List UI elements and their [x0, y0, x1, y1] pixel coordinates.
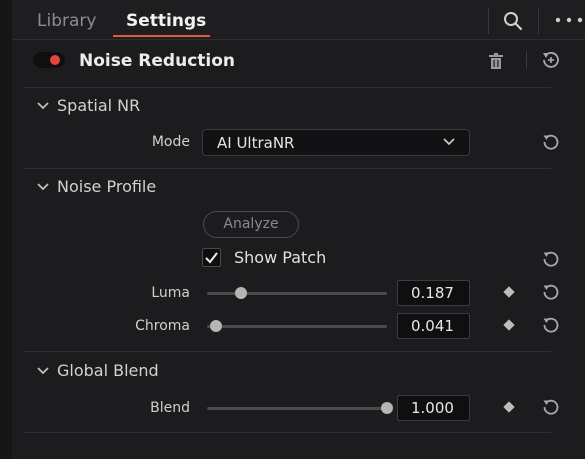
- section-divider: [23, 351, 551, 352]
- mode-label: Mode: [151, 134, 190, 150]
- mode-dropdown[interactable]: AI UltraNR: [202, 129, 470, 156]
- chroma-slider-thumb[interactable]: [210, 320, 222, 332]
- active-tab-indicator: [113, 35, 210, 37]
- trash-icon[interactable]: [487, 51, 505, 71]
- tab-settings[interactable]: Settings: [126, 10, 206, 32]
- luma-value-field[interactable]: 0.187: [397, 280, 470, 306]
- chevron-down-icon: [443, 138, 455, 146]
- section-noise-profile[interactable]: Noise Profile: [37, 177, 156, 196]
- section-global-blend[interactable]: Global Blend: [37, 361, 159, 380]
- analyze-button[interactable]: Analyze: [203, 211, 299, 238]
- chevron-down-icon: [37, 366, 49, 374]
- header-divider: [526, 51, 527, 69]
- reset-all-icon[interactable]: [540, 49, 562, 71]
- chevron-down-icon: [37, 182, 49, 190]
- tab-library[interactable]: Library: [37, 10, 96, 32]
- show-patch-label: Show Patch: [234, 248, 327, 267]
- section-divider: [23, 168, 551, 169]
- reset-icon[interactable]: [541, 315, 561, 335]
- reset-icon[interactable]: [541, 282, 561, 302]
- chroma-slider[interactable]: [207, 320, 387, 332]
- inspector-tab-bar: Library Settings: [12, 0, 585, 40]
- reset-icon[interactable]: [541, 132, 561, 152]
- search-icon[interactable]: [500, 8, 526, 34]
- reset-icon[interactable]: [541, 249, 561, 269]
- checkmark-icon: [205, 252, 218, 264]
- blend-slider[interactable]: [207, 402, 393, 414]
- noise-reduction-toggle[interactable]: [33, 52, 65, 68]
- section-title: Global Blend: [57, 361, 159, 380]
- luma-slider[interactable]: [207, 287, 387, 299]
- section-title: Spatial NR: [57, 96, 141, 115]
- section-divider: [23, 432, 551, 433]
- tab-bar-divider: [538, 8, 539, 34]
- chroma-label: Chroma: [135, 318, 190, 334]
- more-options-icon[interactable]: [552, 12, 585, 28]
- luma-label: Luma: [151, 285, 190, 301]
- mode-value: AI UltraNR: [217, 134, 295, 152]
- chroma-value-field[interactable]: 0.041: [397, 313, 470, 339]
- blend-label: Blend: [150, 400, 190, 416]
- chevron-down-icon: [37, 101, 49, 109]
- section-divider: [23, 87, 551, 88]
- blend-value-field[interactable]: 1.000: [397, 395, 470, 421]
- show-patch-checkbox[interactable]: [202, 248, 221, 267]
- section-spatial-nr[interactable]: Spatial NR: [37, 96, 140, 115]
- panel-title: Noise Reduction: [79, 51, 236, 71]
- tab-bar-divider: [488, 8, 489, 34]
- blend-slider-thumb[interactable]: [381, 402, 393, 414]
- reset-icon[interactable]: [541, 397, 561, 417]
- section-title: Noise Profile: [57, 177, 157, 196]
- toggle-on-indicator: [50, 55, 60, 65]
